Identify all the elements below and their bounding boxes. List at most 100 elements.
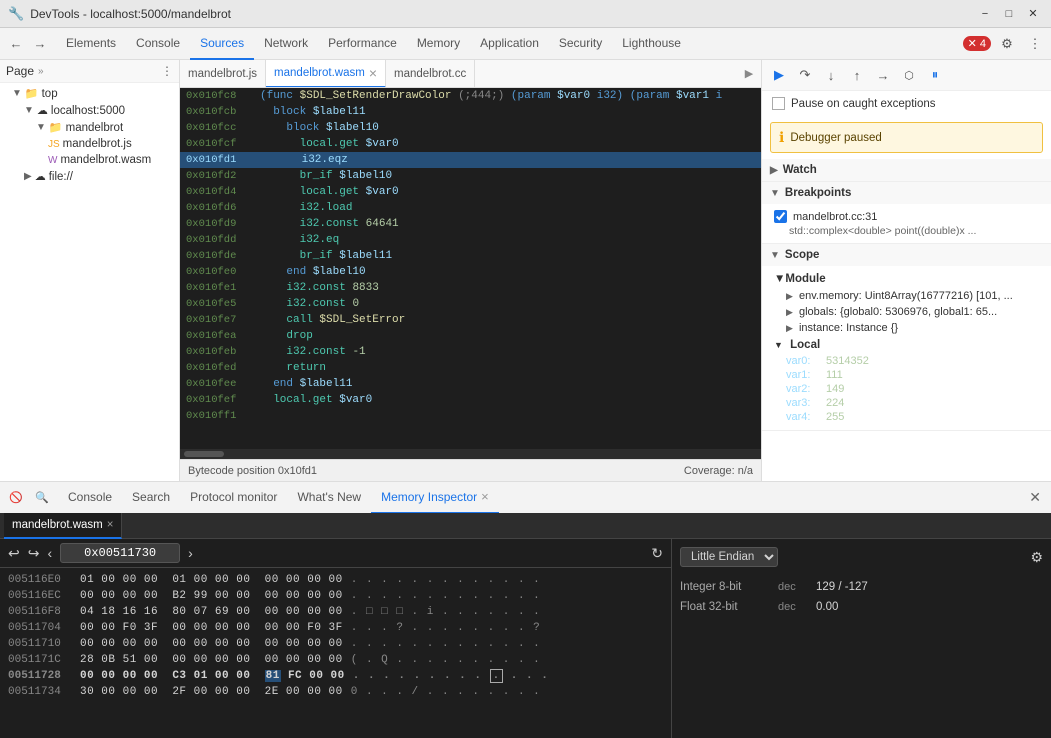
horizontal-scrollbar[interactable]: [180, 449, 761, 459]
pause-on-exception[interactable]: ⏸: [924, 64, 946, 86]
bottom-tabs: 🚫 🔍 Console Search Protocol monitor What…: [0, 481, 1051, 513]
more-button[interactable]: ⋮: [1023, 32, 1047, 56]
code-line: 0x010fef local.get $var0: [180, 392, 761, 408]
tab-memory[interactable]: Memory: [407, 28, 470, 60]
scope-header[interactable]: ▼ Scope: [762, 244, 1051, 266]
bp-checkbox[interactable]: [774, 210, 787, 223]
tabs-more[interactable]: ▶: [737, 62, 761, 86]
local-header[interactable]: ▼ Local: [770, 336, 1043, 354]
tree-item-localhost[interactable]: ▼ ☁ localhost:5000: [0, 102, 179, 119]
debugger-paused-text: Debugger paused: [790, 132, 881, 144]
file-tree: ▼ 📁 top ▼ ☁ localhost:5000 ▼ 📁 mandelbro…: [0, 83, 179, 187]
breakpoints-body: mandelbrot.cc:31 std::complex<double> po…: [762, 204, 1051, 243]
code-line: 0x010fe1 i32.const 8833: [180, 280, 761, 296]
refresh-button[interactable]: ↻: [651, 545, 663, 562]
tree-item-file[interactable]: ▶ ☁ file://: [0, 168, 179, 185]
close-button[interactable]: ✕: [1023, 5, 1043, 23]
tab-lighthouse[interactable]: Lighthouse: [612, 28, 691, 60]
step-out-button[interactable]: ↑: [846, 64, 868, 86]
debug-toolbar: ▶ ↷ ↓ ↑ → ⬡ ⏸: [762, 60, 1051, 91]
hex-row-1: 005116EC 00 00 00 00 B2 99 00 00 00 00 0…: [0, 588, 671, 604]
close-memory-inspector[interactable]: ×: [481, 489, 489, 504]
tab-performance[interactable]: Performance: [318, 28, 407, 60]
scope-section: ▼ Scope ▼ Module ▶ env.memory: Uint8Arra…: [762, 244, 1051, 431]
deactivate-breakpoints[interactable]: ⬡: [898, 64, 920, 86]
breakpoints-header[interactable]: ▼ Breakpoints: [762, 182, 1051, 204]
tree-item-mandelbrot-folder[interactable]: ▼ 📁 mandelbrot: [0, 119, 179, 136]
minimize-button[interactable]: −: [975, 5, 995, 23]
tree-item-mandelbrot-js[interactable]: JS mandelbrot.js: [0, 136, 179, 152]
resume-button[interactable]: ▶: [768, 64, 790, 86]
tab-search[interactable]: Search: [122, 482, 180, 514]
info-gear-button[interactable]: ⚙: [1030, 549, 1043, 566]
tab-elements[interactable]: Elements: [56, 28, 126, 60]
back-button[interactable]: ←: [4, 32, 28, 56]
env-memory-item: ▶ env.memory: Uint8Array(16777216) [101,…: [770, 288, 1043, 304]
undo-button[interactable]: ↩: [8, 545, 20, 562]
tab-protocol-monitor[interactable]: Protocol monitor: [180, 482, 287, 514]
close-wasm-tab[interactable]: ×: [369, 65, 377, 81]
pause-exceptions-row: Pause on caught exceptions: [762, 91, 1051, 116]
code-line: 0x010fd6 i32.load: [180, 200, 761, 216]
left-panel-more[interactable]: ⋮: [161, 64, 173, 78]
tab-network[interactable]: Network: [254, 28, 318, 60]
bp-detail: std::complex<double> point((double)x ...: [770, 225, 1043, 237]
tree-label-top: top: [42, 88, 58, 100]
code-area[interactable]: 0x010fc8 (func $SDL_SetRenderDrawColor (…: [180, 88, 761, 449]
hex-row-3: 00511704 00 00 F0 3F 00 00 00 00 00 00 F…: [0, 620, 671, 636]
tab-memory-inspector[interactable]: Memory Inspector ×: [371, 482, 499, 514]
address-input[interactable]: 0x00511730: [60, 543, 180, 563]
file-tab-mandelbrot-wasm[interactable]: mandelbrot.wasm ×: [266, 60, 386, 88]
coverage-status: Coverage: n/a: [684, 465, 753, 477]
step-into-button[interactable]: ↓: [820, 64, 842, 86]
tab-application[interactable]: Application: [470, 28, 549, 60]
int8-val: 129 / -127: [816, 581, 868, 593]
hex-row-0: 005116E0 01 00 00 00 01 00 00 00 00 00 0…: [0, 572, 671, 588]
module-arrow: ▼: [774, 273, 785, 285]
left-panel: Page » ⋮ ▼ 📁 top ▼ ☁ localhost:5000 ▼ 📁 …: [0, 60, 180, 481]
tab-console[interactable]: Console: [126, 28, 190, 60]
tab-console-bottom[interactable]: Console: [58, 482, 122, 514]
tab-whats-new[interactable]: What's New: [287, 482, 371, 514]
file-tab-mandelbrot-cc[interactable]: mandelbrot.cc: [386, 60, 475, 88]
watch-section: ▶ Watch: [762, 159, 1051, 182]
console-search[interactable]: 🔍: [30, 486, 54, 510]
tab-security[interactable]: Security: [549, 28, 612, 60]
code-status: Bytecode position 0x10fd1 Coverage: n/a: [180, 459, 761, 481]
memory-content: ↩ ↪ ‹ 0x00511730 › ↻ 005116E0 01 00 00 0…: [0, 539, 1051, 738]
code-line: 0x010feb i32.const -1: [180, 344, 761, 360]
tree-item-mandelbrot-wasm[interactable]: W mandelbrot.wasm: [0, 152, 179, 168]
endian-select[interactable]: Little Endian Big Endian: [680, 547, 778, 567]
left-panel-header: Page » ⋮: [0, 60, 179, 83]
module-header[interactable]: ▼ Module: [770, 270, 1043, 288]
forward-button[interactable]: →: [28, 32, 52, 56]
tree-item-top[interactable]: ▼ 📁 top: [0, 85, 179, 102]
breakpoints-section: ▼ Breakpoints mandelbrot.cc:31 std::comp…: [762, 182, 1051, 244]
restore-button[interactable]: □: [999, 5, 1019, 23]
main-tabs: Elements Console Sources Network Perform…: [56, 28, 691, 60]
watch-header[interactable]: ▶ Watch: [762, 159, 1051, 181]
settings-button[interactable]: ⚙: [995, 32, 1019, 56]
bp-file-label: mandelbrot.cc:31: [793, 211, 877, 223]
float32-row: Float 32-bit dec 0.00: [680, 597, 1043, 617]
tab-sources[interactable]: Sources: [190, 28, 254, 60]
step-over-button[interactable]: ↷: [794, 64, 816, 86]
bottom-close-button[interactable]: ✕: [1023, 489, 1047, 506]
scope-label: Scope: [785, 249, 820, 261]
next-page-button[interactable]: ›: [188, 545, 193, 561]
tree-label-mandelbrot-js: mandelbrot.js: [63, 138, 132, 150]
bottom-left-buttons: 🚫 🔍: [4, 486, 54, 510]
step-button[interactable]: →: [872, 64, 894, 86]
memory-file-tab[interactable]: mandelbrot.wasm ×: [4, 513, 122, 539]
instance-item: ▶ instance: Instance {}: [770, 320, 1043, 336]
hex-row-7: 00511734 30 00 00 00 2F 00 00 00 2E 00 0…: [0, 684, 671, 700]
tree-label-file: file://: [49, 171, 73, 183]
console-clear[interactable]: 🚫: [4, 486, 28, 510]
file-tab-mandelbrot-js[interactable]: mandelbrot.js: [180, 60, 266, 88]
pause-exceptions-checkbox[interactable]: [772, 97, 785, 110]
prev-page-button[interactable]: ‹: [47, 545, 52, 561]
hex-display[interactable]: 005116E0 01 00 00 00 01 00 00 00 00 00 0…: [0, 568, 671, 738]
int8-row: Integer 8-bit dec 129 / -127: [680, 577, 1043, 597]
close-memory-file-tab[interactable]: ×: [107, 519, 114, 531]
redo-button[interactable]: ↪: [28, 545, 40, 562]
